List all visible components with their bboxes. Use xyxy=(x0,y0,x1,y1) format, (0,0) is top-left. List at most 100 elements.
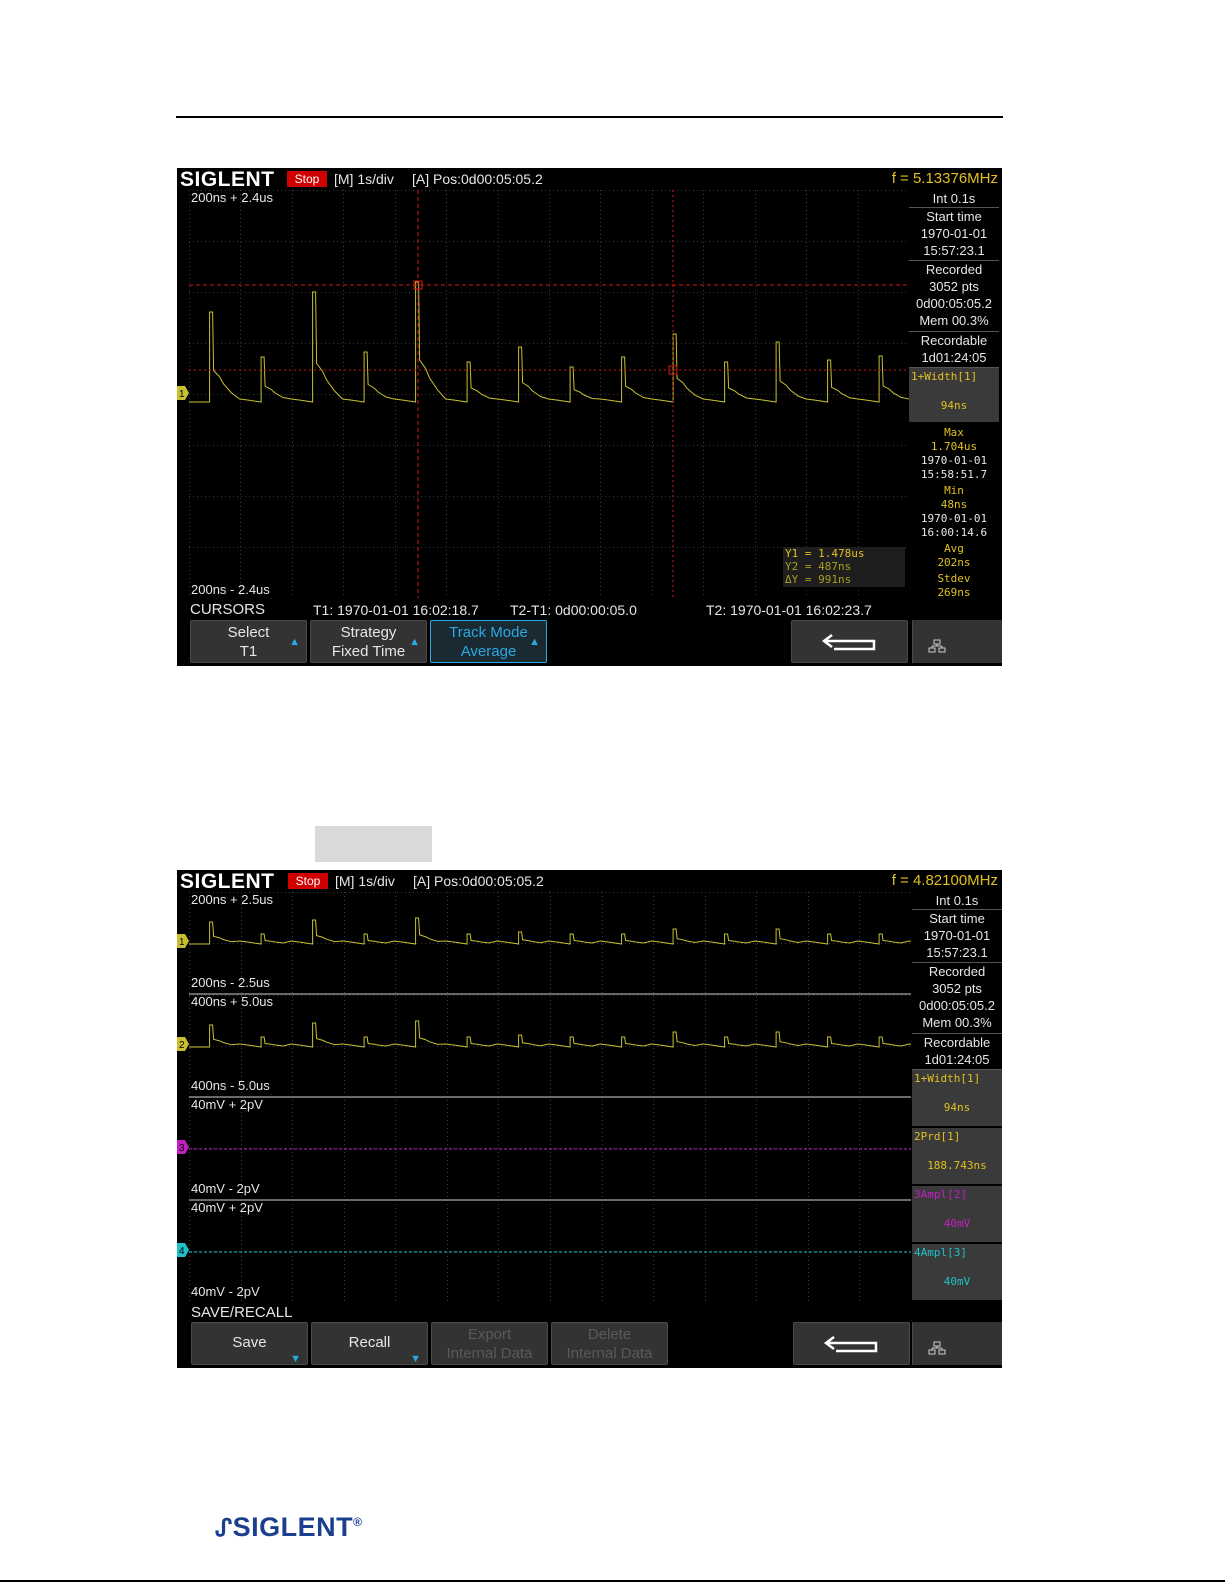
registered-mark: ® xyxy=(353,1515,363,1529)
history-side-panel: Int 0.1s Start time 1970-01-01 15:57:23.… xyxy=(912,892,1002,1302)
back-button[interactable] xyxy=(791,620,908,663)
channel-1-marker-label: 1 xyxy=(179,937,185,948)
frequency-counter: f = 4.82100MHz xyxy=(891,872,998,889)
measure-title: 4Ampl[3] xyxy=(914,1246,967,1259)
network-status[interactable] xyxy=(912,1322,1002,1365)
down-arrow-icon: ▼ xyxy=(290,1353,301,1365)
recorded-box: Recorded 3052 pts 0d00:05:05.2 Mem 00.3% xyxy=(912,963,1002,1034)
measure-title: 1+Width[1] xyxy=(914,1072,981,1085)
button-label: Delete xyxy=(587,1326,632,1343)
min-stat: Min 48ns 1970-01-01 16:00:14.6 xyxy=(909,484,999,540)
menu-title: CURSORS xyxy=(190,601,266,618)
stdev-label: Stdev xyxy=(937,572,971,585)
measure-3-box[interactable]: 3Ampl[2] 40mV xyxy=(912,1186,1002,1244)
button-label: Recall xyxy=(348,1334,391,1351)
measure-value: 40mV xyxy=(943,1217,971,1230)
min-time: 16:00:14.6 xyxy=(920,526,988,539)
recorded-label: Recorded xyxy=(925,262,983,277)
measure-title: 1+Width[1] xyxy=(911,370,978,383)
memory-usage: Mem 00.3% xyxy=(919,313,989,328)
scope-header: SIGLENT Stop [M] 1s/div [A] Pos:0d00:05:… xyxy=(177,168,1002,191)
scope-header: SIGLENT Stop [M] 1s/div [A] Pos:0d00:05:… xyxy=(177,870,1002,893)
button-label: Export xyxy=(467,1326,512,1343)
avg-value: 202ns xyxy=(937,556,971,569)
waveform-grid xyxy=(189,190,909,598)
max-label: Max xyxy=(944,426,964,439)
position-label: [A] Pos:0d00:05:05.2 xyxy=(412,171,543,187)
run-stop-status[interactable]: Stop xyxy=(287,171,327,187)
cursor-dy: ΔY = 991ns xyxy=(785,573,852,586)
channel-2-marker-label: 2 xyxy=(179,1040,185,1051)
avg-label: Avg xyxy=(944,542,964,555)
select-t1-button[interactable]: Select T1 ▲ xyxy=(190,620,307,663)
return-arrow-icon xyxy=(821,634,876,651)
recorded-time: 0d00:05:05.2 xyxy=(919,998,995,1013)
measure-value: 94ns xyxy=(943,1101,971,1114)
recorded-time: 0d00:05:05.2 xyxy=(916,296,992,311)
menu-title: SAVE/RECALL xyxy=(191,1304,293,1321)
scale-bottom-label: 200ns - 2.4us xyxy=(191,582,270,597)
siglent-logo: SIGLENT xyxy=(180,870,275,893)
cursor-y2: Y2 = 487ns xyxy=(785,560,852,573)
siglent-logo: SIGLENT xyxy=(180,168,275,191)
measure-2-box[interactable]: 2Prd[1] 188.743ns xyxy=(912,1128,1002,1186)
interval-label: Int 0.1s xyxy=(909,190,999,208)
save-button[interactable]: Save ▼ xyxy=(191,1322,308,1365)
measure-value: 94ns xyxy=(940,399,968,412)
track-mode-button[interactable]: Track Mode Average ▲ xyxy=(430,620,547,663)
measure-value: 188.743ns xyxy=(927,1159,987,1172)
timebase-label: [M] 1s/div xyxy=(334,171,394,187)
strategy-button[interactable]: Strategy Fixed Time ▲ xyxy=(310,620,427,663)
min-date: 1970-01-01 xyxy=(920,512,988,525)
channel-1-marker[interactable]: 1 xyxy=(177,934,189,948)
interval-label: Int 0.1s xyxy=(912,892,1002,910)
cursor-t1: T1: 1970-01-01 16:02:18.7 xyxy=(313,602,479,618)
panel-4-scale-bottom: 40mV - 2pV xyxy=(191,1284,260,1299)
position-label: [A] Pos:0d00:05:05.2 xyxy=(413,873,544,889)
return-arrow-icon xyxy=(823,1336,878,1353)
recordable-label: Recordable xyxy=(923,1035,991,1050)
waveform-area[interactable] xyxy=(189,892,911,1302)
network-status[interactable] xyxy=(912,620,1002,663)
button-label: Save xyxy=(232,1334,267,1351)
start-time-box: Start time 1970-01-01 15:57:23.1 xyxy=(912,910,1002,963)
max-date: 1970-01-01 xyxy=(920,454,988,467)
run-stop-status[interactable]: Stop xyxy=(288,873,328,889)
panel-1-scale-bottom: 200ns - 2.5us xyxy=(191,975,270,990)
recordable-value: 1d01:24:05 xyxy=(921,350,987,365)
panel-2-scale-top: 400ns + 5.0us xyxy=(191,994,274,1009)
panel-3-scale-top: 40mV + 2pV xyxy=(191,1097,263,1112)
measure-4-box[interactable]: 4Ampl[3] 40mV xyxy=(912,1244,1002,1302)
channel-1-marker-label: 1 xyxy=(179,389,185,400)
stdev-stat: Stdev 269ns xyxy=(909,572,999,600)
waveform-area[interactable] xyxy=(189,190,909,598)
delete-internal-data-button[interactable]: Delete Internal Data xyxy=(551,1322,668,1365)
channel-2-marker[interactable]: 2 xyxy=(177,1037,189,1051)
channel-3-marker[interactable]: 3 xyxy=(177,1140,189,1154)
start-time: 15:57:23.1 xyxy=(923,243,985,258)
max-stat: Max 1.704us 1970-01-01 15:58:51.7 xyxy=(909,426,999,482)
recall-button[interactable]: Recall ▼ xyxy=(311,1322,428,1365)
start-time-label: Start time xyxy=(929,911,985,926)
panel-1-scale-top: 200ns + 2.5us xyxy=(191,892,274,907)
graticule xyxy=(189,190,909,598)
scale-top-label: 200ns + 2.4us xyxy=(191,190,274,205)
waveform-grid xyxy=(189,892,911,1302)
button-value: Internal Data xyxy=(566,1345,653,1362)
up-arrow-icon: ▲ xyxy=(529,636,540,648)
measure-1-box[interactable]: 1+Width[1] 94ns xyxy=(912,1070,1002,1128)
avg-stat: Avg 202ns xyxy=(909,542,999,570)
channel-4-marker-label: 4 xyxy=(179,1246,185,1257)
frequency-counter: f = 5.13376MHz xyxy=(891,170,998,187)
recorded-label: Recorded xyxy=(928,964,986,979)
network-icon xyxy=(928,639,946,653)
measure-width-box[interactable]: 1+Width[1] 94ns xyxy=(909,368,999,424)
highlight-box xyxy=(315,826,432,862)
measure-title: 3Ampl[2] xyxy=(914,1188,967,1201)
channel-1-marker[interactable]: 1 xyxy=(177,386,189,400)
back-button[interactable] xyxy=(793,1322,910,1365)
recorded-points: 3052 pts xyxy=(929,279,979,294)
min-label: Min xyxy=(944,484,964,497)
channel-4-marker[interactable]: 4 xyxy=(177,1243,189,1257)
export-internal-data-button[interactable]: Export Internal Data xyxy=(431,1322,548,1365)
